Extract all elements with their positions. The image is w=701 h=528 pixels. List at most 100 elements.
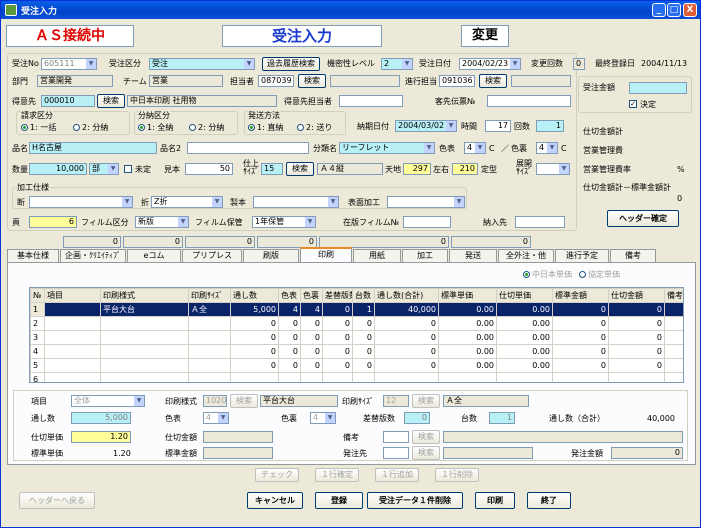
detail-swap-input[interactable]: 0 xyxy=(404,412,430,424)
table-cell[interactable] xyxy=(188,330,231,345)
tab-11[interactable]: 進行予定 xyxy=(555,249,609,262)
grid-header[interactable]: 仕切単価 xyxy=(496,288,553,303)
delivery-to-input[interactable] xyxy=(515,216,565,228)
table-cell[interactable]: 0 xyxy=(552,316,609,331)
table-cell[interactable]: 0.00 xyxy=(496,344,553,359)
grid-header[interactable]: 印刷様式 xyxy=(100,288,189,303)
delivery-split-opt1[interactable]: 1: 全納 xyxy=(138,122,173,133)
shipping-opt2[interactable]: 2: 送り xyxy=(297,122,332,133)
table-cell[interactable]: 0 xyxy=(230,316,279,331)
table-cell[interactable]: 0 xyxy=(608,344,665,359)
progress-code-input[interactable]: 091036 xyxy=(439,75,475,87)
grid-header[interactable]: 台数 xyxy=(352,288,375,303)
cust-person-input[interactable] xyxy=(339,95,403,107)
print-grid[interactable]: №項目印刷様式印刷ｻｲｽﾞ通し数色表色裏差替版数台数通し数(合計)標準単価仕切単… xyxy=(29,287,684,383)
table-cell[interactable]: 4 xyxy=(30,344,45,359)
table-cell[interactable]: 1 xyxy=(352,302,375,317)
table-cell[interactable] xyxy=(100,344,189,359)
table-cell[interactable] xyxy=(664,372,683,382)
tab-7[interactable]: 用紙 xyxy=(353,249,401,262)
due-count-input[interactable]: 1 xyxy=(536,120,564,132)
table-cell[interactable]: 0 xyxy=(374,358,439,373)
grid-header[interactable]: 標準金額 xyxy=(552,288,609,303)
back-to-header-button[interactable]: ヘッダーへ戻る xyxy=(19,492,95,509)
maximize-button[interactable]: □ xyxy=(667,3,681,17)
table-cell[interactable]: 1 xyxy=(30,302,45,317)
billing-opt1[interactable]: 1: 一括 xyxy=(21,122,56,133)
progress-search-button[interactable]: 検索 xyxy=(479,74,507,88)
table-cell[interactable] xyxy=(374,372,439,382)
grid-header[interactable]: 差替版数 xyxy=(322,288,353,303)
grid-header[interactable]: № xyxy=(30,288,45,303)
tab-1[interactable]: 基本仕様 xyxy=(7,249,59,262)
detail-back-select[interactable]: 4 xyxy=(310,412,336,424)
class-select[interactable]: リーフレット xyxy=(339,142,435,154)
table-cell[interactable] xyxy=(44,302,101,317)
grid-header[interactable]: 通し数 xyxy=(230,288,279,303)
grid-header[interactable]: 色表 xyxy=(278,288,301,303)
table-cell[interactable]: 0 xyxy=(608,358,665,373)
table-cell[interactable]: 0 xyxy=(278,316,301,331)
detail-pass-input[interactable]: 5,000 xyxy=(71,412,131,424)
finish-code-input[interactable]: 15 xyxy=(261,163,283,175)
detail-cost-unit-input[interactable]: 1.20 xyxy=(71,431,131,443)
table-cell[interactable] xyxy=(100,372,189,382)
table-cell[interactable]: 0 xyxy=(300,330,323,345)
table-cell[interactable] xyxy=(352,372,375,382)
table-cell[interactable]: 0 xyxy=(230,344,279,359)
check-button[interactable]: チェック xyxy=(255,468,299,482)
shipping-opt1[interactable]: 1: 直納 xyxy=(248,122,283,133)
table-cell[interactable]: 0 xyxy=(230,358,279,373)
row-delete-button[interactable]: １行削除 xyxy=(435,468,479,482)
history-search-button[interactable]: 過去履歴検索 xyxy=(262,57,320,71)
table-cell[interactable] xyxy=(608,372,665,382)
color-back-select[interactable]: 4 xyxy=(536,142,558,154)
table-cell[interactable]: 0.00 xyxy=(438,330,497,345)
tab-9[interactable]: 発送 xyxy=(449,249,497,262)
detail-note-search[interactable]: 検索 xyxy=(412,430,440,444)
cut-select[interactable] xyxy=(29,196,133,208)
table-cell[interactable] xyxy=(230,372,279,382)
price-opt2[interactable]: 協定単価 xyxy=(579,269,620,280)
grid-header[interactable]: 項目 xyxy=(44,288,101,303)
person-search-button[interactable]: 検索 xyxy=(298,74,326,88)
table-cell[interactable] xyxy=(664,344,683,359)
tab-8[interactable]: 加工 xyxy=(402,249,448,262)
table-cell[interactable]: 0.00 xyxy=(438,344,497,359)
table-cell[interactable]: 0 xyxy=(322,330,353,345)
grid-header[interactable]: 色裏 xyxy=(300,288,323,303)
table-cell[interactable]: 0 xyxy=(322,344,353,359)
top-bottom-input[interactable]: 297 xyxy=(403,163,431,175)
decided-checkbox[interactable]: ✓ xyxy=(629,100,637,108)
table-cell[interactable] xyxy=(44,330,101,345)
table-cell[interactable] xyxy=(552,372,609,382)
table-cell[interactable] xyxy=(496,372,553,382)
tab-10[interactable]: 全外注・他 xyxy=(498,249,554,262)
table-row[interactable]: 5 0 0 0 0 0 0 0.00 0.00 0 0 xyxy=(30,358,683,373)
grid-header[interactable]: 通し数(合計) xyxy=(374,288,439,303)
table-cell[interactable]: Ａ全 xyxy=(188,302,231,317)
table-cell[interactable] xyxy=(664,302,683,317)
table-cell[interactable]: 0 xyxy=(300,316,323,331)
table-cell[interactable] xyxy=(188,344,231,359)
detail-sender-search[interactable]: 検索 xyxy=(412,446,440,460)
table-cell[interactable]: 0.00 xyxy=(496,330,553,345)
table-row[interactable]: 2 0 0 0 0 0 0 0.00 0.00 0 0 xyxy=(30,316,683,331)
table-cell[interactable]: 5,000 xyxy=(230,302,279,317)
table-cell[interactable]: 0 xyxy=(322,316,353,331)
print-button[interactable]: 印刷 xyxy=(475,492,515,509)
table-cell[interactable]: 0 xyxy=(322,358,353,373)
table-cell[interactable]: 0.00 xyxy=(496,302,553,317)
order-date-picker[interactable]: 2004/02/23 xyxy=(459,58,521,70)
table-cell[interactable]: 0 xyxy=(374,316,439,331)
table-cell[interactable] xyxy=(44,344,101,359)
table-cell[interactable] xyxy=(100,358,189,373)
table-cell[interactable] xyxy=(44,372,101,382)
tab-3[interactable]: eコム xyxy=(127,249,181,262)
tab-12[interactable]: 備考 xyxy=(610,249,656,262)
detail-item-select[interactable]: 全体 xyxy=(71,395,145,407)
order-no-select[interactable]: 605111 xyxy=(41,58,97,70)
grid-header[interactable]: 印刷ｻｲｽﾞ xyxy=(188,288,231,303)
grid-header[interactable]: 仕切金額 xyxy=(608,288,665,303)
detail-front-select[interactable]: 4 xyxy=(203,412,229,424)
